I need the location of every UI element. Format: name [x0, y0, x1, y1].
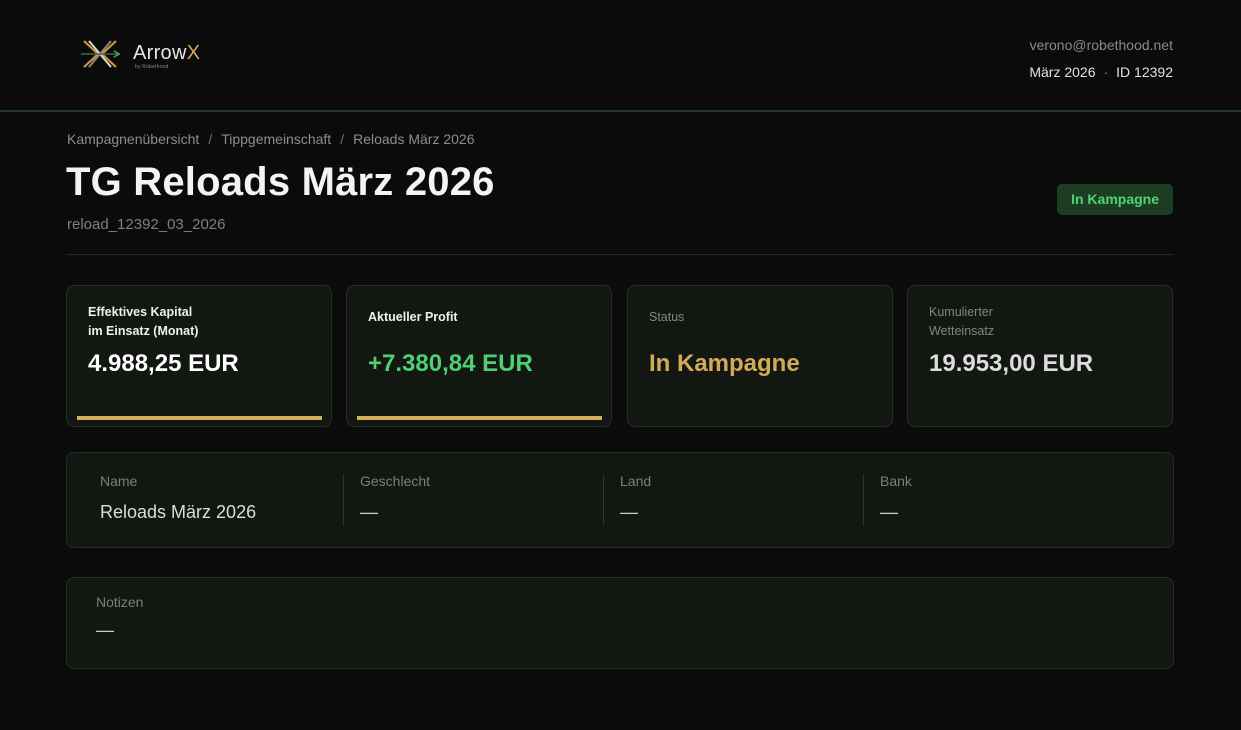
kpi-card-profit: Aktueller Profit +7.380,84 EUR	[346, 285, 612, 427]
kpi-underline	[77, 416, 322, 420]
breadcrumb-separator: /	[340, 131, 345, 147]
detail-gender: Geschlecht —	[360, 473, 430, 523]
detail-value: —	[620, 502, 638, 522]
detail-label: Geschlecht	[360, 473, 431, 489]
kpi-value-capital: 4.988,25 EUR	[88, 350, 239, 377]
brand-logo[interactable]: ArrowX by Robethood	[80, 38, 200, 70]
notes-label: Notizen	[96, 594, 144, 610]
user-meta: März 2026 · ID 12392	[1029, 63, 1173, 81]
notes-panel: Notizen —	[66, 577, 1174, 669]
user-email: verono@robethood.net	[1029, 37, 1173, 53]
details-panel: Name Reloads März 2026 Geschlecht — Land…	[66, 452, 1174, 548]
arrowx-logo-icon	[81, 40, 120, 68]
header-divider	[67, 254, 1173, 255]
user-info: verono@robethood.net März 2026 · ID 12392	[1029, 36, 1173, 81]
kpi-label: Kumulierter Wetteinsatz	[929, 305, 995, 338]
notes-value: —	[96, 620, 114, 640]
kpi-value-stake: 19.953,00 EUR	[929, 350, 1094, 377]
kpi-label: Effektives Kapital im Einsatz (Monat)	[88, 305, 199, 338]
brand-tagline: by Robethood	[135, 64, 169, 70]
breadcrumb-item-current: Reloads März 2026	[353, 131, 475, 147]
column-divider	[603, 474, 604, 526]
kpi-label: Status	[649, 310, 685, 324]
user-period: März 2026	[1029, 64, 1096, 80]
breadcrumb-item-group[interactable]: Tippgemeinschaft	[221, 131, 331, 147]
user-id: ID 12392	[1116, 64, 1173, 80]
column-divider	[343, 474, 344, 526]
detail-value: —	[360, 502, 378, 522]
detail-country: Land —	[620, 473, 651, 523]
detail-label: Land	[620, 473, 652, 489]
detail-value: Reloads März 2026	[100, 502, 257, 522]
kpi-value-profit: +7.380,84 EUR	[368, 350, 533, 377]
breadcrumb-item-overview[interactable]: Kampagnenübersicht	[67, 131, 199, 147]
detail-bank: Bank —	[880, 473, 912, 523]
detail-value: —	[880, 502, 898, 522]
detail-label: Bank	[880, 473, 912, 489]
breadcrumb: Kampagnenübersicht / Tippgemeinschaft / …	[67, 131, 474, 147]
breadcrumb-separator: /	[208, 131, 213, 147]
detail-name: Name Reloads März 2026	[100, 473, 256, 523]
page-title: TG Reloads März 2026	[66, 160, 495, 204]
campaign-id: reload_12392_03_2026	[67, 216, 226, 233]
column-divider	[863, 474, 864, 526]
top-bar: ArrowX by Robethood verono@robethood.net…	[0, 0, 1241, 112]
kpi-card-status: Status In Kampagne	[627, 285, 893, 427]
kpi-card-stake: Kumulierter Wetteinsatz 19.953,00 EUR	[907, 285, 1173, 427]
kpi-value-status: In Kampagne	[649, 350, 800, 377]
kpi-card-capital: Effektives Kapital im Einsatz (Monat) 4.…	[66, 285, 332, 427]
kpi-underline	[357, 416, 602, 420]
status-badge: In Kampagne	[1057, 184, 1173, 215]
kpi-label: Aktueller Profit	[368, 310, 458, 324]
brand-name: ArrowX	[133, 42, 201, 64]
detail-label: Name	[100, 473, 138, 489]
meta-separator: ·	[1103, 64, 1109, 80]
